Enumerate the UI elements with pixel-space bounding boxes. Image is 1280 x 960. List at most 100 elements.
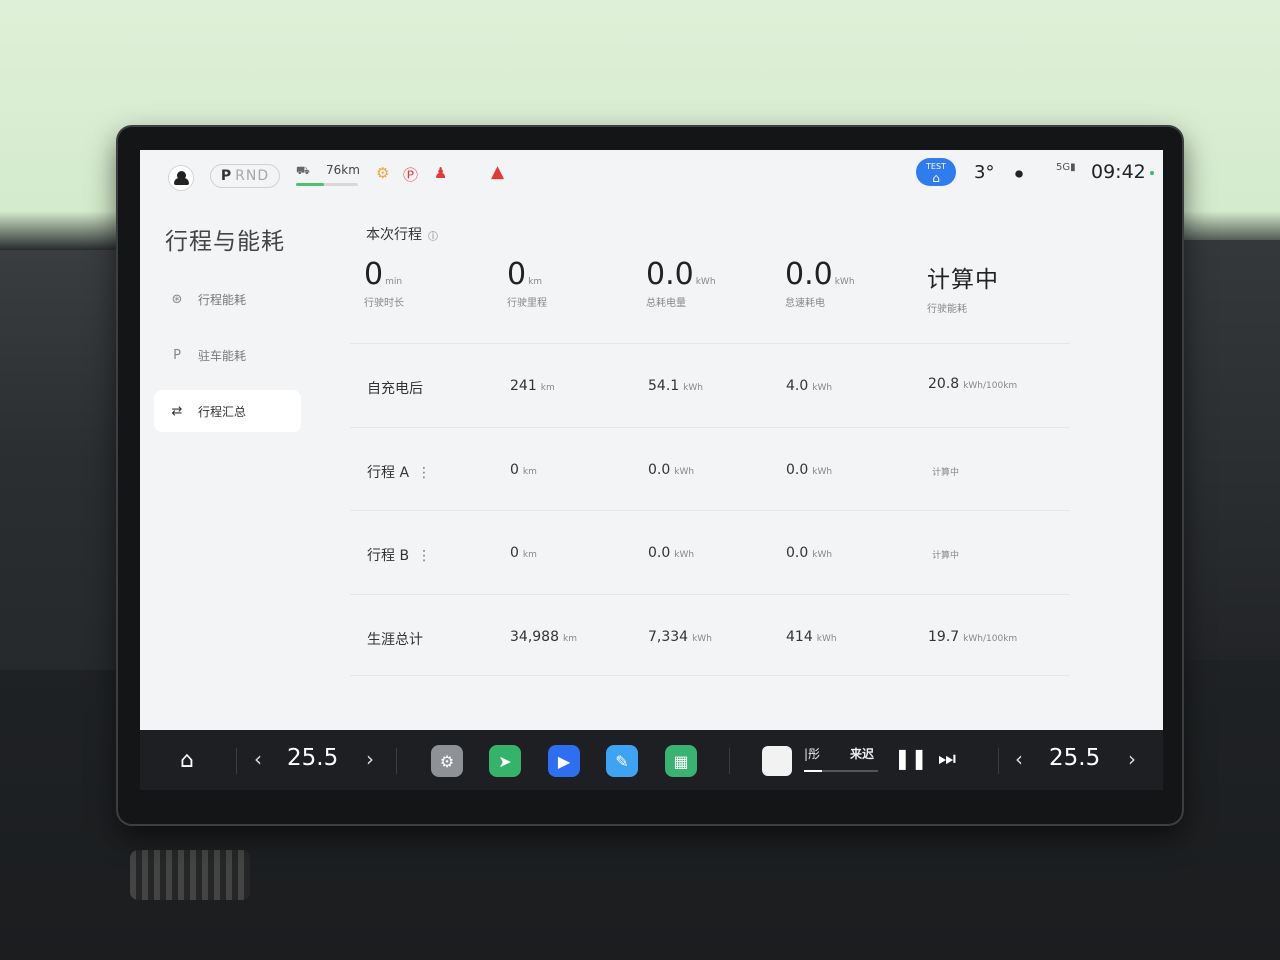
parking-icon: P — [173, 347, 181, 363]
temp-right-decrease-button[interactable]: ‹ — [1015, 747, 1023, 771]
metric-label: 行驶能耗 — [927, 304, 967, 315]
metric-label: 行驶时长 — [364, 298, 404, 309]
metric-label: 总耗电量 — [646, 298, 686, 309]
sidebar-item-parking-energy[interactable]: P 驻车能耗 — [154, 334, 301, 376]
metric-total-energy: 0.0 kWh 总耗电量 — [646, 257, 716, 309]
pause-icon[interactable]: ❚❚ — [894, 746, 928, 770]
metric-value: 0 — [364, 257, 384, 292]
music-title: |彤 来迟 — [804, 745, 878, 762]
dock-divider — [396, 748, 397, 774]
metric-unit: kWh — [834, 277, 855, 287]
warning-triangle-icon: ▲ — [491, 162, 505, 182]
metric-unit: min — [385, 277, 403, 287]
metric-label: 行驶里程 — [507, 298, 547, 309]
row-name: 行程 A ⋮ — [367, 465, 432, 481]
metric-value: 计算中 — [927, 267, 999, 293]
pedal — [130, 850, 250, 900]
table-row[interactable]: 生涯总计 34,988 km 7,334 kWh 414 kWh 19.7 kWh/10… — [350, 594, 1070, 676]
range-bar-fill — [296, 183, 324, 186]
vehicle-mode-icon: ⌂ — [932, 171, 940, 185]
app-grid-icon[interactable]: ▦ — [665, 745, 697, 777]
metric-unit: kWh — [695, 277, 716, 287]
home-icon[interactable]: ⌂ — [180, 748, 194, 773]
metric-unit: km — [528, 277, 543, 287]
settings-app-icon[interactable]: ⚙ — [431, 745, 463, 777]
notes-app-icon[interactable]: ✎ — [606, 745, 638, 777]
row-consumption: 计算中 — [932, 551, 960, 561]
row-name: 自充电后 — [367, 381, 423, 397]
row-idle: 0.0 kWh — [786, 545, 833, 561]
row-consumption: 19.7 kWh/100km — [928, 629, 1018, 645]
temp-right-increase-button[interactable]: › — [1128, 747, 1136, 771]
next-track-icon[interactable]: ⏭ — [938, 746, 956, 770]
signal-icon: 5G▮ — [1056, 162, 1076, 173]
row-consumption: 计算中 — [932, 468, 960, 478]
range-bar — [296, 183, 358, 186]
music-progress-fill — [804, 770, 822, 772]
temp-left-decrease-button[interactable]: ‹ — [254, 747, 262, 771]
dashcam-icon[interactable]: ⏺ — [1015, 164, 1023, 184]
sidebar-item-trip-energy[interactable]: ⊛ 行程能耗 — [154, 278, 301, 320]
gear-indicator: P RND — [210, 164, 280, 188]
current-trip-title: 本次行程 — [366, 227, 422, 243]
status-dot — [1150, 171, 1154, 175]
infotainment-screen: P RND ⛟ 76km ⚙ Ⓟ ♟ ▲ TEST ⌂ 3° ⏺ 5G▮ 09:… — [140, 150, 1163, 790]
info-icon[interactable]: i — [428, 231, 438, 242]
page-title: 行程与能耗 — [165, 229, 285, 255]
table-row[interactable]: 行程 A ⋮ 0 km 0.0 kWh 0.0 kWh 计算中 — [350, 427, 1070, 509]
row-idle: 414 kWh — [786, 629, 837, 645]
test-label: TEST — [926, 162, 946, 171]
metric-consumption: 计算中 行驶能耗 — [927, 260, 999, 315]
row-distance: 34,988 km — [510, 629, 577, 645]
row-name: 行程 B ⋮ — [367, 548, 432, 564]
left-temperature: 25.5 — [287, 745, 339, 771]
bottom-dock: ⌂ ‹ 25.5 › ⚙ ➤ ▶ ✎ ▦ |彤 来迟 ❚❚ ⏭ ‹ 25.5 › — [140, 730, 1163, 790]
gear-p: P — [220, 168, 233, 184]
row-distance: 241 km — [510, 378, 555, 394]
table-row[interactable]: 自充电后 241 km 54.1 kWh 4.0 kWh 20.8 kWh/100km — [350, 343, 1070, 425]
sidebar-item-label: 行程能耗 — [198, 292, 247, 307]
metric-label: 怠速耗电 — [785, 298, 825, 309]
signal-label: 5G — [1056, 162, 1071, 173]
swap-arrows-icon: ⇄ — [171, 403, 183, 419]
navigation-app-icon[interactable]: ➤ — [489, 745, 521, 777]
row-idle: 0.0 kWh — [786, 462, 833, 478]
more-options-icon[interactable]: ⋮ — [417, 548, 431, 564]
metric-distance: 0 km 行驶里程 — [507, 257, 547, 309]
music-text-1: |彤 — [804, 747, 821, 761]
temp-left-increase-button[interactable]: › — [366, 747, 374, 771]
range-indicator: ⛟ 76km — [296, 163, 360, 189]
table-row[interactable]: 行程 B ⋮ 0 km 0.0 kWh 0.0 kWh 计算中 — [350, 510, 1070, 592]
car-icon: ⛟ — [296, 164, 310, 177]
sidebar-item-trip-summary[interactable]: ⇄ 行程汇总 — [154, 390, 301, 432]
steering-wheel-icon: ⊛ — [171, 291, 183, 307]
status-bar: P RND ⛟ 76km ⚙ Ⓟ ♟ ▲ TEST ⌂ 3° ⏺ 5G▮ 09:… — [140, 150, 1163, 196]
more-options-icon[interactable]: ⋮ — [417, 465, 431, 481]
outside-temperature: 3° — [974, 162, 995, 183]
album-art[interactable] — [762, 746, 792, 776]
row-energy: 54.1 kWh — [648, 378, 703, 394]
parking-brake-icon: Ⓟ — [403, 166, 419, 184]
dashboard-left — [0, 250, 130, 670]
service-warning-icon: ⚙ — [376, 164, 390, 182]
row-distance: 0 km — [510, 462, 537, 478]
metric-idle-energy: 0.0 kWh 怠速耗电 — [785, 257, 855, 309]
row-energy: 0.0 kWh — [648, 545, 695, 561]
music-progress-bar[interactable] — [804, 770, 878, 772]
row-consumption: 20.8 kWh/100km — [928, 376, 1018, 392]
sidebar-item-label: 行程汇总 — [198, 404, 247, 419]
row-idle: 4.0 kWh — [786, 378, 833, 394]
clock: 09:42 — [1091, 161, 1146, 183]
metric-value: 0 — [507, 257, 527, 292]
metric-duration: 0 min 行驶时长 — [364, 257, 404, 309]
avatar-body — [173, 178, 189, 185]
seatbelt-icon: ♟ — [434, 164, 448, 182]
dock-divider — [236, 748, 237, 774]
music-text-2: 来迟 — [850, 747, 875, 761]
metric-value: 0.0 — [785, 257, 833, 292]
video-call-app-icon[interactable]: ▶ — [548, 745, 580, 777]
test-mode-badge[interactable]: TEST ⌂ — [916, 158, 956, 186]
row-distance: 0 km — [510, 545, 537, 561]
right-temperature: 25.5 — [1049, 745, 1101, 771]
user-avatar[interactable] — [168, 165, 194, 191]
